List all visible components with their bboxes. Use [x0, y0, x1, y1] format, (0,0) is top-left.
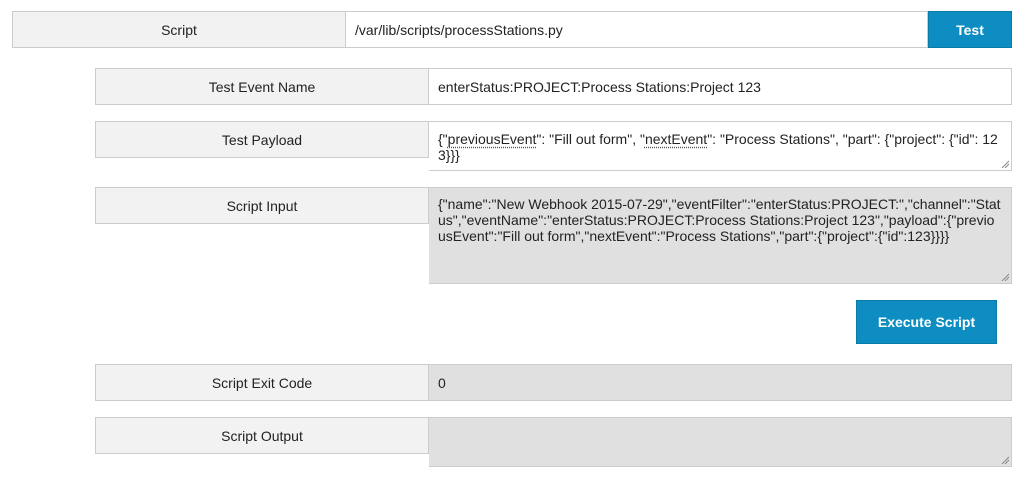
- script-exit-code-label: Script Exit Code: [95, 364, 429, 401]
- test-payload-part-2: ": "Fill out form", ": [536, 131, 645, 147]
- script-input-label-text: Script Input: [226, 197, 298, 214]
- script-path-field[interactable]: /var/lib/scripts/processStations.py: [346, 11, 928, 48]
- script-path-value: /var/lib/scripts/processStations.py: [355, 21, 563, 38]
- test-event-name-label: Test Event Name: [95, 68, 429, 105]
- script-input-value: {"name":"New Webhook 2015-07-29","eventF…: [438, 196, 1001, 244]
- test-payload-part-3: nextEvent: [644, 131, 708, 147]
- test-button-label: Test: [956, 21, 984, 38]
- execute-script-button-label: Execute Script: [877, 314, 976, 330]
- script-input-textarea: {"name":"New Webhook 2015-07-29","eventF…: [429, 187, 1012, 284]
- script-output-label: Script Output: [95, 417, 429, 454]
- execute-script-button[interactable]: Execute Script: [856, 300, 997, 344]
- test-payload-label-text: Test Payload: [221, 131, 303, 148]
- test-payload-part-0: {": [438, 131, 448, 147]
- test-event-name-value: enterStatus:PROJECT:Process Stations:Pro…: [438, 78, 761, 95]
- test-event-name-label-text: Test Event Name: [208, 78, 316, 95]
- resize-handle-icon[interactable]: [1001, 273, 1009, 281]
- script-exit-code-label-text: Script Exit Code: [211, 374, 313, 391]
- resize-handle-icon[interactable]: [1001, 456, 1009, 464]
- script-output-label-text: Script Output: [221, 427, 303, 444]
- test-button[interactable]: Test: [928, 11, 1012, 48]
- script-exit-code-value: 0: [438, 374, 446, 391]
- resize-handle-icon[interactable]: [1001, 160, 1009, 168]
- test-payload-part-1: previousEvent: [447, 131, 537, 147]
- test-payload-textarea[interactable]: {"previousEvent": "Fill out form", "next…: [429, 121, 1012, 171]
- script-label-text: Script: [161, 21, 197, 38]
- script-label: Script: [12, 11, 346, 48]
- script-exit-code-field: 0: [429, 364, 1012, 401]
- script-input-label: Script Input: [95, 187, 429, 224]
- test-payload-label: Test Payload: [95, 121, 429, 158]
- script-output-textarea: [429, 417, 1012, 467]
- test-event-name-input[interactable]: enterStatus:PROJECT:Process Stations:Pro…: [429, 68, 1012, 105]
